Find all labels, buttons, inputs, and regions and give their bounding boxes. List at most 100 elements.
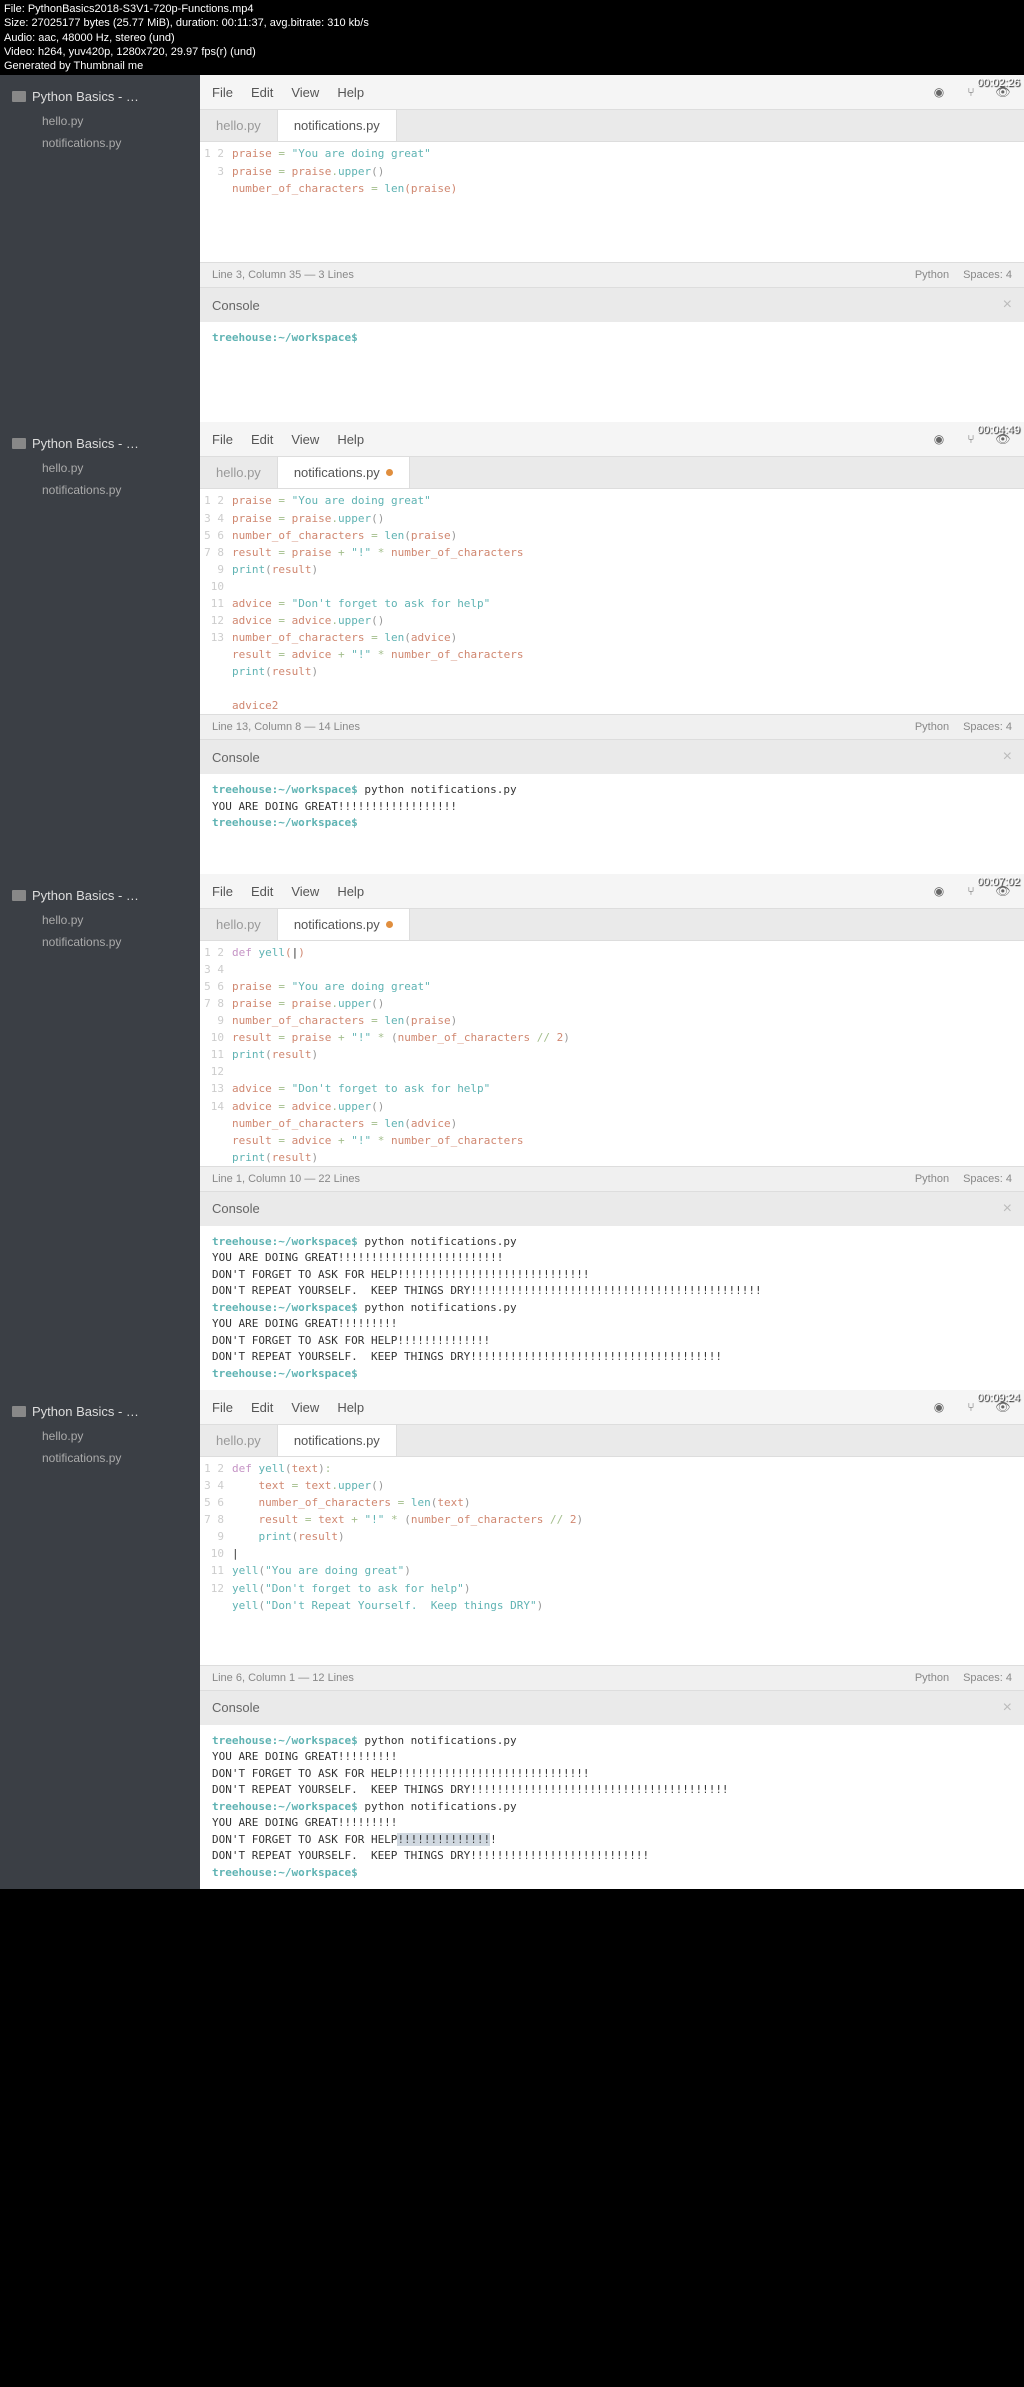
console-close[interactable]: × — [1003, 296, 1012, 314]
lang-indicator[interactable]: Python — [915, 1173, 949, 1185]
menu-help[interactable]: Help — [337, 884, 364, 899]
file-hello[interactable]: hello.py — [0, 909, 200, 931]
camera-icon[interactable]: ◉ — [930, 430, 948, 448]
console-close[interactable]: × — [1003, 748, 1012, 766]
tab-notifications[interactable]: notifications.py — [278, 457, 410, 488]
console-label: Console — [212, 1201, 260, 1216]
file-notifications[interactable]: notifications.py — [0, 1447, 200, 1469]
screenshot-4: Python Basics - … hello.py notifications… — [0, 1390, 1024, 1889]
file-notifications[interactable]: notifications.py — [0, 132, 200, 154]
code-editor[interactable]: 1 2 3 praise = "You are doing great" pra… — [200, 142, 1024, 262]
spaces-indicator[interactable]: Spaces: 4 — [963, 1672, 1012, 1684]
prompt: treehouse:~/workspace$ — [212, 1301, 358, 1314]
output-line: DON'T REPEAT YOURSELF. KEEP THINGS DRY!!… — [212, 1783, 729, 1796]
folder[interactable]: Python Basics - … — [0, 882, 200, 909]
menu-help[interactable]: Help — [337, 1400, 364, 1415]
menubar: File Edit View Help ◉ ⑂ 👁 — [200, 874, 1024, 909]
file-hello[interactable]: hello.py — [0, 1425, 200, 1447]
status-bar: Line 6, Column 1 — 12 Lines PythonSpaces… — [200, 1665, 1024, 1690]
console-close[interactable]: × — [1003, 1699, 1012, 1717]
meta-audio: Audio: aac, 48000 Hz, stereo (und) — [4, 31, 1020, 45]
output-line: YOU ARE DOING GREAT!!!!!!!!! — [212, 1816, 397, 1829]
tab-hello[interactable]: hello.py — [200, 457, 278, 488]
console-label: Console — [212, 1700, 260, 1715]
camera-icon[interactable]: ◉ — [930, 1398, 948, 1416]
code-editor[interactable]: 1 2 3 4 5 6 7 8 9 10 11 12 def yell(text… — [200, 1457, 1024, 1665]
console-header: Console× — [200, 739, 1024, 774]
console-header: Console × — [200, 287, 1024, 322]
console-label: Console — [212, 298, 260, 313]
output-line: ! — [490, 1833, 497, 1846]
lang-indicator[interactable]: Python — [915, 269, 949, 281]
menu-view[interactable]: View — [291, 432, 319, 447]
output-line: DON'T REPEAT YOURSELF. KEEP THINGS DRY!!… — [212, 1849, 649, 1862]
lang-indicator[interactable]: Python — [915, 721, 949, 733]
gutter: 1 2 3 — [200, 142, 232, 262]
tab-hello[interactable]: hello.py — [200, 110, 278, 141]
folder-icon — [12, 890, 26, 901]
lang-indicator[interactable]: Python — [915, 1672, 949, 1684]
menu-file[interactable]: File — [212, 1400, 233, 1415]
console-body[interactable]: treehouse:~/workspace$ — [200, 322, 1024, 422]
menu-file[interactable]: File — [212, 884, 233, 899]
spaces-indicator[interactable]: Spaces: 4 — [963, 1173, 1012, 1185]
menu-edit[interactable]: Edit — [251, 85, 273, 100]
code-editor[interactable]: 1 2 3 4 5 6 7 8 9 10 11 12 13 14 def yel… — [200, 941, 1024, 1166]
menubar: File Edit View Help ◉ ⑂ 👁 — [200, 1390, 1024, 1425]
folder[interactable]: Python Basics - … — [0, 430, 200, 457]
cursor-position: Line 3, Column 35 — 3 Lines — [212, 269, 354, 281]
folder[interactable]: Python Basics - … — [0, 1398, 200, 1425]
spaces-indicator[interactable]: Spaces: 4 — [963, 721, 1012, 733]
menu-edit[interactable]: Edit — [251, 884, 273, 899]
console-close[interactable]: × — [1003, 1200, 1012, 1218]
output-line: YOU ARE DOING GREAT!!!!!!!!!!!!!!!!!! — [212, 800, 457, 813]
prompt: treehouse:~/workspace$ — [212, 816, 358, 829]
menu-view[interactable]: View — [291, 85, 319, 100]
folder-icon — [12, 1406, 26, 1417]
editor-main: File Edit View Help ◉ ⑂ 👁 hello.py notif… — [200, 422, 1024, 874]
tab-label: notifications.py — [294, 465, 380, 480]
file-notifications[interactable]: notifications.py — [0, 479, 200, 501]
timestamp: 00:07:02 — [977, 876, 1020, 888]
output-line: DON'T REPEAT YOURSELF. KEEP THINGS DRY!!… — [212, 1350, 722, 1363]
spaces-indicator[interactable]: Spaces: 4 — [963, 269, 1012, 281]
code-editor[interactable]: 1 2 3 4 5 6 7 8 9 10 11 12 13 praise = "… — [200, 489, 1024, 714]
tab-notifications[interactable]: notifications.py — [278, 110, 397, 141]
folder-icon — [12, 91, 26, 102]
output-line: YOU ARE DOING GREAT!!!!!!!!!!!!!!!!!!!!!… — [212, 1251, 503, 1264]
tab-notifications[interactable]: notifications.py — [278, 909, 410, 940]
tabs: hello.py notifications.py — [200, 1425, 1024, 1457]
menu-view[interactable]: View — [291, 1400, 319, 1415]
output-line: YOU ARE DOING GREAT!!!!!!!!! — [212, 1750, 397, 1763]
sidebar: Python Basics - … hello.py notifications… — [0, 1390, 200, 1889]
console-body[interactable]: treehouse:~/workspace$ python notificati… — [200, 1725, 1024, 1890]
tab-label: hello.py — [216, 465, 261, 480]
console-body[interactable]: treehouse:~/workspace$ python notificati… — [200, 774, 1024, 874]
tab-hello[interactable]: hello.py — [200, 909, 278, 940]
cursor-position: Line 13, Column 8 — 14 Lines — [212, 721, 360, 733]
output-line: DON'T FORGET TO ASK FOR HELP — [212, 1833, 397, 1846]
meta-video: Video: h264, yuv420p, 1280x720, 29.97 fp… — [4, 45, 1020, 59]
folder[interactable]: Python Basics - … — [0, 83, 200, 110]
tab-notifications[interactable]: notifications.py — [278, 1425, 397, 1456]
file-hello[interactable]: hello.py — [0, 110, 200, 132]
prompt: treehouse:~/workspace$ — [212, 1367, 358, 1380]
code-body: def yell(text): text = text.upper() numb… — [232, 1457, 1024, 1665]
menu-file[interactable]: File — [212, 432, 233, 447]
tab-hello[interactable]: hello.py — [200, 1425, 278, 1456]
menu-edit[interactable]: Edit — [251, 1400, 273, 1415]
menu-help[interactable]: Help — [337, 85, 364, 100]
menu-view[interactable]: View — [291, 884, 319, 899]
screenshot-2: Python Basics - … hello.py notifications… — [0, 422, 1024, 874]
menu-file[interactable]: File — [212, 85, 233, 100]
output-line: YOU ARE DOING GREAT!!!!!!!!! — [212, 1317, 397, 1330]
console-body[interactable]: treehouse:~/workspace$ python notificati… — [200, 1226, 1024, 1391]
prompt: treehouse:~/workspace$ — [212, 783, 358, 796]
gutter: 1 2 3 4 5 6 7 8 9 10 11 12 — [200, 1457, 232, 1665]
file-notifications[interactable]: notifications.py — [0, 931, 200, 953]
menu-help[interactable]: Help — [337, 432, 364, 447]
menu-edit[interactable]: Edit — [251, 432, 273, 447]
camera-icon[interactable]: ◉ — [930, 882, 948, 900]
camera-icon[interactable]: ◉ — [930, 83, 948, 101]
file-hello[interactable]: hello.py — [0, 457, 200, 479]
